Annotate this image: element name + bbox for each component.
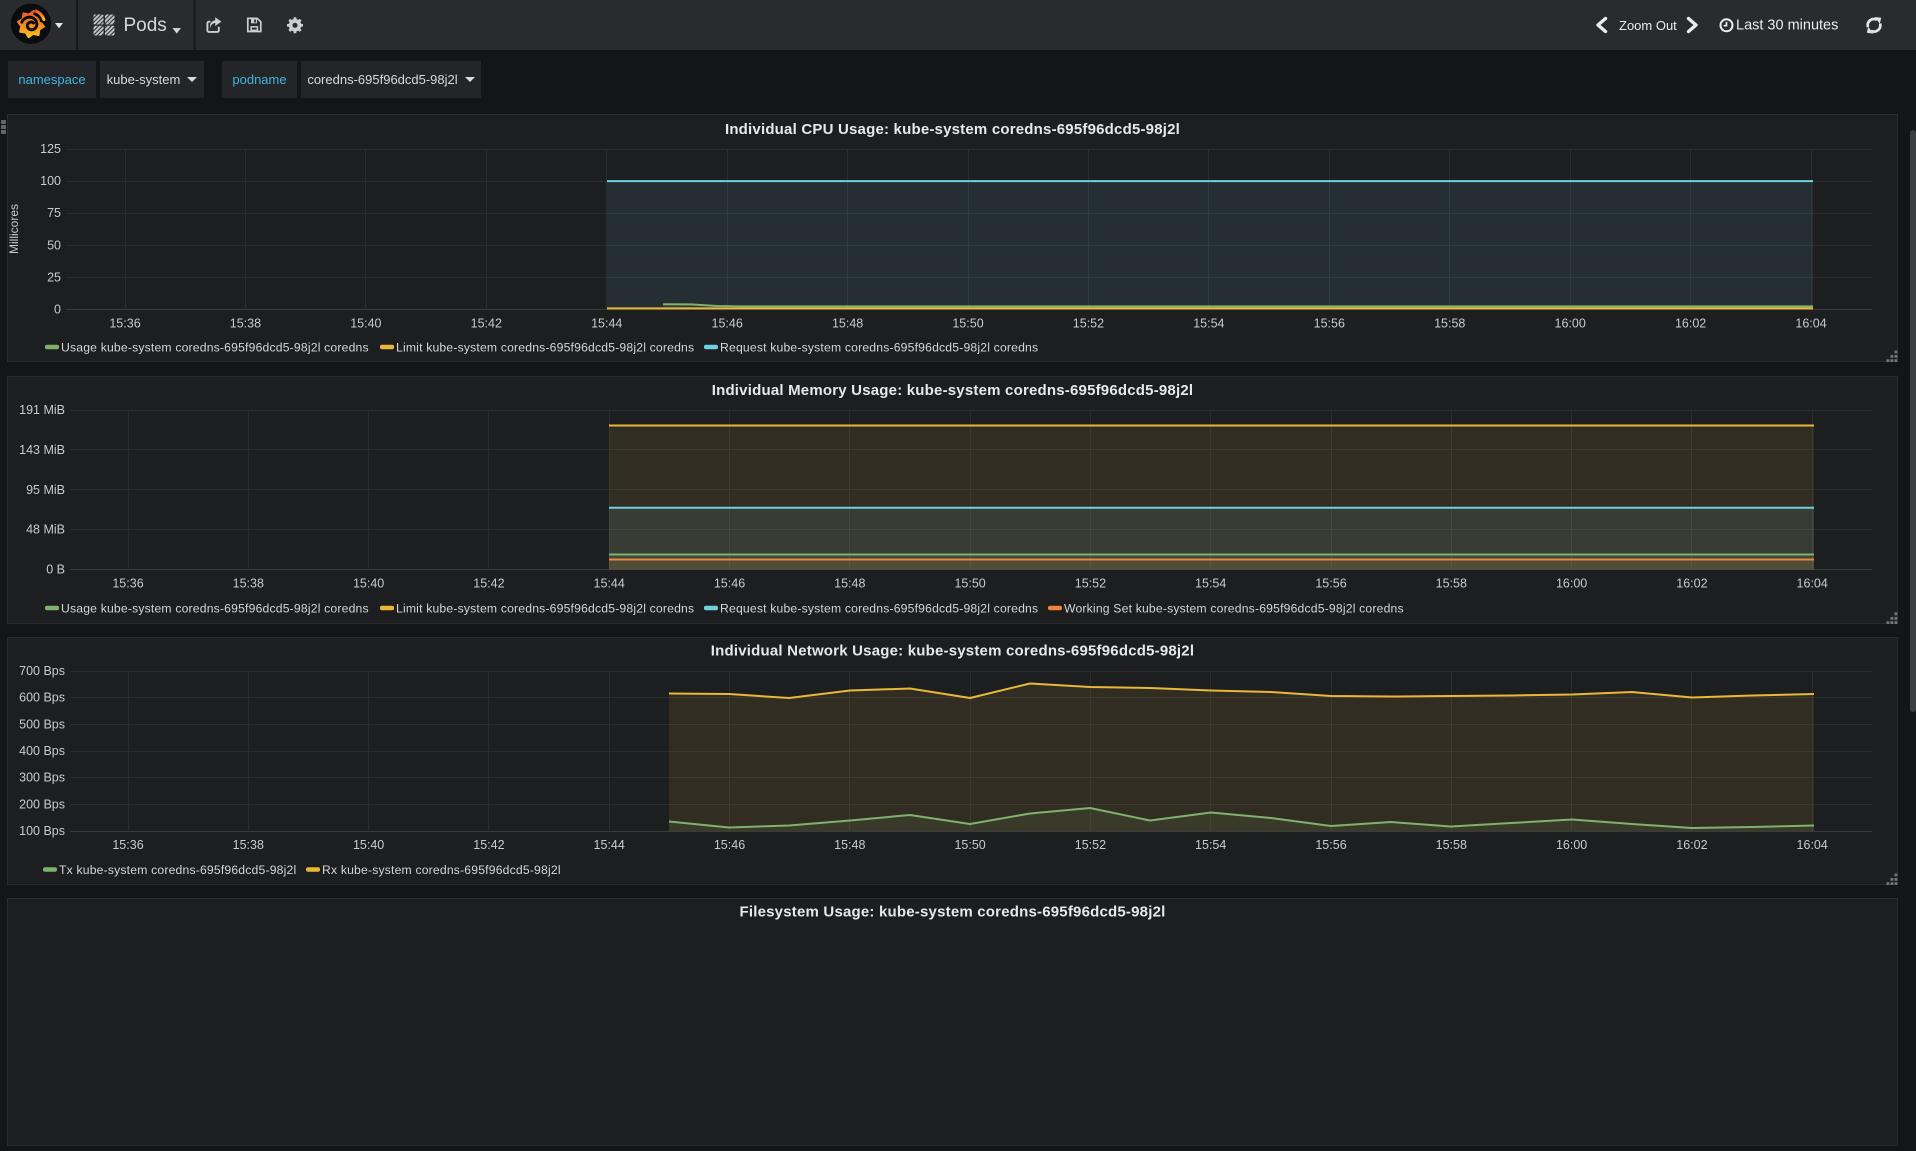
svg-text:16:02: 16:02 — [1676, 838, 1707, 852]
svg-text:Individual CPU Usage: kube-sys: Individual CPU Usage: kube-system coredn… — [725, 121, 1180, 138]
svg-text:15:56: 15:56 — [1315, 577, 1346, 591]
svg-text:15:42: 15:42 — [473, 577, 504, 591]
svg-text:15:48: 15:48 — [834, 838, 865, 852]
svg-text:15:38: 15:38 — [230, 317, 261, 331]
svg-text:191 MiB: 191 MiB — [19, 403, 65, 417]
svg-text:16:02: 16:02 — [1676, 577, 1707, 591]
svg-text:16:04: 16:04 — [1795, 317, 1826, 331]
svg-text:15:44: 15:44 — [594, 838, 625, 852]
svg-text:Rx kube-system coredns-695f96d: Rx kube-system coredns-695f96dcd5-98j2l — [322, 863, 561, 877]
svg-text:300 Bps: 300 Bps — [19, 771, 65, 785]
svg-text:15:36: 15:36 — [112, 838, 143, 852]
svg-text:400 Bps: 400 Bps — [19, 744, 65, 758]
svg-text:Millicores: Millicores — [7, 204, 21, 254]
svg-text:95 MiB: 95 MiB — [26, 483, 65, 497]
svg-text:15:54: 15:54 — [1195, 577, 1226, 591]
svg-text:0 B: 0 B — [46, 563, 65, 577]
svg-text:Usage kube-system coredns-695f: Usage kube-system coredns-695f96dcd5-98j… — [61, 602, 369, 616]
svg-text:15:58: 15:58 — [1436, 838, 1467, 852]
svg-text:15:38: 15:38 — [233, 838, 264, 852]
svg-text:16:00: 16:00 — [1556, 577, 1587, 591]
svg-text:15:44: 15:44 — [591, 317, 622, 331]
svg-text:15:58: 15:58 — [1436, 577, 1467, 591]
svg-text:15:54: 15:54 — [1193, 317, 1224, 331]
svg-text:Last 30 minutes: Last 30 minutes — [1736, 18, 1838, 34]
svg-text:Zoom Out: Zoom Out — [1619, 18, 1677, 33]
svg-text:16:00: 16:00 — [1555, 317, 1586, 331]
svg-text:125: 125 — [40, 142, 61, 156]
svg-text:15:40: 15:40 — [350, 317, 381, 331]
svg-text:0: 0 — [54, 303, 61, 317]
svg-text:15:58: 15:58 — [1434, 317, 1465, 331]
svg-text:100: 100 — [40, 174, 61, 188]
svg-text:15:50: 15:50 — [954, 577, 985, 591]
svg-text:Limit kube-system coredns-695f: Limit kube-system coredns-695f96dcd5-98j… — [396, 602, 694, 616]
svg-text:15:52: 15:52 — [1075, 577, 1106, 591]
svg-text:15:42: 15:42 — [471, 317, 502, 331]
svg-text:15:52: 15:52 — [1075, 838, 1106, 852]
svg-text:15:56: 15:56 — [1314, 317, 1345, 331]
svg-text:15:50: 15:50 — [952, 317, 983, 331]
svg-text:15:46: 15:46 — [712, 317, 743, 331]
svg-text:143 MiB: 143 MiB — [19, 443, 65, 457]
svg-text:15:40: 15:40 — [353, 838, 384, 852]
svg-text:600 Bps: 600 Bps — [19, 691, 65, 705]
svg-text:Filesystem Usage: kube-system: Filesystem Usage: kube-system coredns-69… — [740, 904, 1166, 921]
svg-text:50: 50 — [47, 238, 61, 252]
svg-text:15:46: 15:46 — [714, 838, 745, 852]
svg-text:16:04: 16:04 — [1797, 838, 1828, 852]
svg-text:25: 25 — [47, 270, 61, 284]
svg-text:200 Bps: 200 Bps — [19, 797, 65, 811]
svg-text:Tx kube-system coredns-695f96d: Tx kube-system coredns-695f96dcd5-98j2l — [59, 863, 296, 877]
svg-text:Request kube-system coredns-69: Request kube-system coredns-695f96dcd5-9… — [720, 341, 1038, 355]
svg-text:15:46: 15:46 — [714, 577, 745, 591]
svg-text:15:52: 15:52 — [1073, 317, 1104, 331]
svg-text:15:38: 15:38 — [233, 577, 264, 591]
svg-text:16:02: 16:02 — [1675, 317, 1706, 331]
svg-text:15:36: 15:36 — [112, 577, 143, 591]
svg-text:500 Bps: 500 Bps — [19, 717, 65, 731]
svg-text:100 Bps: 100 Bps — [19, 824, 65, 838]
svg-text:15:36: 15:36 — [109, 317, 140, 331]
svg-text:15:48: 15:48 — [832, 317, 863, 331]
svg-text:Limit kube-system coredns-695f: Limit kube-system coredns-695f96dcd5-98j… — [396, 341, 694, 355]
svg-text:Usage kube-system coredns-695f: Usage kube-system coredns-695f96dcd5-98j… — [61, 341, 369, 355]
svg-text:48 MiB: 48 MiB — [26, 523, 65, 537]
svg-text:16:00: 16:00 — [1556, 838, 1587, 852]
svg-text:16:04: 16:04 — [1797, 577, 1828, 591]
svg-text:Individual Memory Usage: kube-: Individual Memory Usage: kube-system cor… — [712, 382, 1194, 399]
svg-text:15:54: 15:54 — [1195, 838, 1226, 852]
svg-text:15:40: 15:40 — [353, 577, 384, 591]
svg-text:Request kube-system coredns-69: Request kube-system coredns-695f96dcd5-9… — [720, 602, 1038, 616]
svg-text:15:42: 15:42 — [473, 838, 504, 852]
svg-text:15:48: 15:48 — [834, 577, 865, 591]
svg-text:75: 75 — [47, 206, 61, 220]
svg-text:15:56: 15:56 — [1315, 838, 1346, 852]
svg-text:15:50: 15:50 — [954, 838, 985, 852]
svg-text:Working Set kube-system coredn: Working Set kube-system coredns-695f96dc… — [1064, 602, 1404, 616]
svg-text:15:44: 15:44 — [594, 577, 625, 591]
svg-text:700 Bps: 700 Bps — [19, 664, 65, 678]
svg-text:Pods: Pods — [124, 15, 167, 36]
svg-text:Individual Network Usage: kube: Individual Network Usage: kube-system co… — [711, 643, 1194, 660]
